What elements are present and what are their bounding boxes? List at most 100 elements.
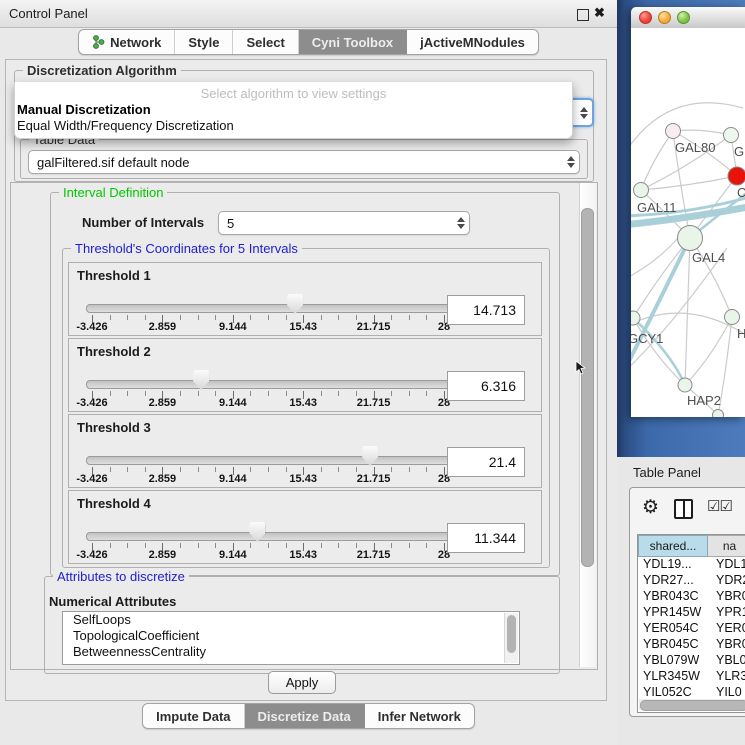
checkbox-checked-icon[interactable]: ☑☑ — [707, 497, 732, 515]
attribute-item-topologicalcoefficient[interactable]: TopologicalCoefficient — [63, 628, 519, 644]
network-node-label: GAL11 — [637, 200, 677, 215]
table-row[interactable]: YPR145WYPR1 — [638, 605, 745, 621]
list-scrollbar-thumb[interactable] — [507, 615, 516, 653]
float-window-icon[interactable] — [577, 9, 589, 21]
table-panel-region: Table Panel ⚙ ☑☑ shared... na YDL19...YD… — [617, 457, 745, 745]
table-header-row: shared... na — [638, 535, 745, 557]
table-row[interactable]: YER054CYER0 — [638, 621, 745, 637]
network-canvas[interactable]: GAL80GCGAL11GAL4GCY1HHAP2 — [631, 28, 745, 417]
table-row[interactable]: YDL19...YDL1 — [638, 557, 745, 573]
slider-tick — [321, 543, 322, 548]
discretization-algorithm-title: Discretization Algorithm — [23, 63, 181, 78]
tab-jactivemnodules[interactable]: jActiveMNodules — [407, 30, 538, 54]
list-scrollbar-track[interactable] — [504, 613, 518, 663]
slider-tick-label: 2.859 — [149, 473, 177, 485]
slider-tick — [338, 315, 339, 320]
network-node-label: H — [737, 326, 745, 341]
numerical-attributes-list[interactable]: SelfLoopsTopologicalCoefficientBetweenne… — [62, 611, 520, 665]
tab-style[interactable]: Style — [175, 30, 233, 54]
threshold-1-slider-track[interactable] — [86, 304, 453, 313]
network-node[interactable] — [713, 410, 724, 418]
table-header-shared-name[interactable]: shared... — [638, 535, 708, 557]
table-header-name[interactable]: na — [708, 535, 745, 557]
slider-tick-label: 21.715 — [357, 473, 391, 485]
table-row[interactable]: YDR27...YDR2 — [638, 573, 745, 589]
slider-tick-label: 2.859 — [149, 321, 177, 333]
slider-tick — [356, 543, 357, 548]
slider-tick — [391, 315, 392, 320]
slider-tick — [180, 315, 181, 320]
close-icon[interactable]: ✖ — [594, 5, 605, 21]
number-of-intervals-label: Number of Intervals — [82, 215, 204, 230]
popup-option-manual-discretization[interactable]: Manual Discretization — [17, 102, 151, 117]
number-of-intervals-combobox[interactable]: 5 — [218, 211, 470, 235]
slider-tick — [145, 467, 146, 472]
slider-tick — [321, 391, 322, 396]
table-row[interactable]: YBR045CYBR0 — [638, 637, 745, 653]
threshold-2-slider-track[interactable] — [86, 380, 453, 389]
cell-shared-name: YIL052C — [638, 685, 709, 696]
tab-discretize-data[interactable]: Discretize Data — [245, 704, 365, 728]
slider-tick-label: 15.43 — [289, 549, 317, 561]
attribute-item-betweennesscentrality[interactable]: BetweennessCentrality — [63, 644, 519, 660]
zoom-traffic-light-icon[interactable] — [677, 11, 690, 24]
threshold-3-value-field[interactable]: 21.4 — [447, 447, 525, 477]
tab-select[interactable]: Select — [233, 30, 298, 54]
horizontal-scrollbar-thumb[interactable] — [640, 700, 745, 711]
threshold-3-slider-track[interactable] — [86, 456, 453, 465]
network-node[interactable] — [634, 183, 649, 198]
slider-tick — [215, 467, 216, 472]
network-window-titlebar[interactable] — [631, 7, 745, 29]
network-node[interactable] — [728, 167, 745, 185]
slider-tick — [268, 315, 269, 320]
tab-infer-network[interactable]: Infer Network — [365, 704, 474, 728]
network-node[interactable] — [631, 311, 640, 325]
table-row[interactable]: YBR043CYBR0 — [638, 589, 745, 605]
threshold-2-value-field[interactable]: 6.316 — [447, 371, 525, 401]
network-node[interactable] — [678, 226, 703, 251]
table-row[interactable]: YIL052CYIL0 — [638, 685, 745, 696]
combo-stepper-icon — [453, 217, 469, 229]
gear-icon[interactable]: ⚙ — [642, 496, 659, 519]
attribute-item-selfloops[interactable]: SelfLoops — [63, 612, 519, 628]
network-node[interactable] — [666, 124, 681, 139]
slider-tick — [356, 467, 357, 472]
slider-tick — [110, 467, 111, 472]
slider-tick-label: -3.426 — [76, 549, 107, 561]
vertical-scrollbar-thumb[interactable] — [581, 208, 594, 567]
table-data-value: galFiltered.sif default node — [29, 155, 563, 170]
tab-network[interactable]: Network — [79, 30, 175, 54]
apply-button[interactable]: Apply — [268, 671, 336, 694]
network-node-label: GAL80 — [675, 140, 715, 155]
network-node[interactable] — [725, 310, 740, 325]
table-row[interactable]: YBL079WYBL0 — [638, 653, 745, 669]
slider-tick — [321, 467, 322, 472]
threshold-1-value-field[interactable]: 14.713 — [447, 295, 525, 325]
network-node[interactable] — [724, 128, 739, 143]
numerical-attributes-label: Numerical Attributes — [49, 594, 176, 609]
slider-tick — [145, 315, 146, 320]
slider-tick — [409, 391, 410, 396]
mouse-cursor — [575, 361, 586, 375]
tab-impute-data[interactable]: Impute Data — [143, 704, 244, 728]
table-data-combobox[interactable]: galFiltered.sif default node — [28, 150, 580, 174]
table-row[interactable]: YLR345WYLR3 — [638, 669, 745, 685]
threshold-4-value-field[interactable]: 11.344 — [447, 523, 525, 553]
popup-option-equal-width[interactable]: Equal Width/Frequency Discretization — [17, 118, 234, 133]
slider-tick-label: 15.43 — [289, 321, 317, 333]
slider-tick-label: 15.43 — [289, 473, 317, 485]
tab-cyni-toolbox[interactable]: Cyni Toolbox — [299, 30, 407, 54]
slider-tick — [110, 391, 111, 396]
cell-shared-name: YDR27... — [638, 573, 709, 589]
slider-tick — [180, 391, 181, 396]
close-traffic-light-icon[interactable] — [639, 11, 652, 24]
threshold-4-slider-track[interactable] — [86, 532, 453, 541]
slider-tick — [338, 543, 339, 548]
network-node[interactable] — [678, 378, 692, 392]
minimize-traffic-light-icon[interactable] — [658, 11, 671, 24]
horizontal-scrollbar-track[interactable] — [639, 699, 745, 710]
slider-tick-label: -3.426 — [76, 321, 107, 333]
slider-tick — [127, 391, 128, 396]
threshold-2-panel: Threshold 2-3.4262.8599.14415.4321.71528… — [68, 338, 542, 412]
split-column-icon[interactable] — [674, 499, 693, 519]
